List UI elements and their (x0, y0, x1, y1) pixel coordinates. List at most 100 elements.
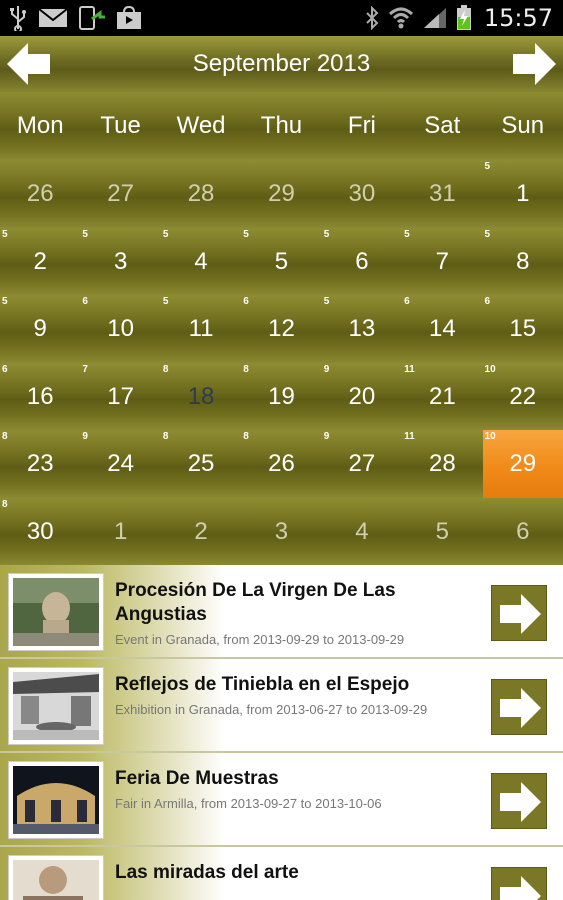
day-number: 6 (516, 517, 530, 545)
calendar-day[interactable]: 11 21 (402, 363, 482, 431)
calendar-day[interactable]: 56 (322, 228, 402, 296)
calendar-day[interactable]: 26 (0, 160, 80, 228)
calendar-day[interactable]: 7 17 (80, 363, 160, 431)
calendar-day[interactable]: 31 (402, 160, 482, 228)
download-icon (78, 5, 106, 31)
day-number: 13 (348, 315, 376, 342)
calendar-day[interactable]: 9 27 (322, 430, 402, 498)
event-count-badge: 5 (484, 161, 491, 172)
event-item[interactable]: Las miradas del arte (0, 847, 563, 900)
event-count-badge: 9 (323, 363, 330, 375)
event-title: Procesión De La Virgen De Las Angustias (115, 580, 396, 625)
day-number: 11 (188, 315, 214, 342)
event-count-badge: 10 (484, 363, 496, 375)
arrow-right-icon (500, 876, 541, 900)
event-item[interactable]: Reflejos de Tiniebla en el Espejo Exhibi… (0, 659, 563, 753)
calendar-day[interactable]: 58 (483, 228, 563, 296)
calendar-day[interactable]: 29 (241, 160, 321, 228)
calendar-day[interactable]: 8 30 (0, 498, 80, 566)
calendar-day-selected[interactable]: 10 29 (482, 430, 563, 498)
day-number: 1 (516, 180, 530, 207)
calendar-day[interactable]: 5 (402, 498, 482, 566)
calendar-week-row: 6 16 7 17 8 18 8 19 9 20 11 21 10 22 (0, 362, 563, 431)
arrow-right-icon (513, 43, 556, 85)
calendar-day[interactable]: 3 (241, 498, 321, 566)
weekday-header: Mon Tue Wed Thu Fri Sat Sun (0, 92, 563, 160)
day-number: 6 (355, 247, 369, 275)
day-number: 15 (509, 315, 537, 342)
event-count-badge: 9 (82, 431, 88, 442)
calendar-day[interactable]: 11 28 (402, 430, 482, 498)
event-list: Procesión De La Virgen De Las Angustias … (0, 565, 563, 900)
event-count-badge: 5 (162, 228, 169, 240)
day-number: 10 (107, 315, 134, 342)
calendar-week-row: 26 27 28 29 30 31 5 1 (0, 160, 563, 228)
day-number: 5 (435, 517, 449, 545)
calendar-day-today[interactable]: 8 18 (161, 363, 241, 431)
event-count-badge: 5 (404, 228, 410, 240)
open-event-button[interactable] (491, 773, 547, 829)
calendar-day[interactable]: 6 12 (241, 295, 321, 363)
calendar-day[interactable]: 51 (483, 160, 563, 228)
calendar-day[interactable]: 6 14 (402, 295, 482, 363)
day-number: 26 (268, 450, 295, 477)
calendar-day[interactable]: 8 23 (0, 430, 80, 498)
calendar-day[interactable]: 57 (402, 228, 482, 296)
calendar-day[interactable]: 6 15 (483, 295, 563, 363)
event-count-badge: 6 (404, 296, 410, 307)
email-icon (38, 5, 68, 31)
calendar-day[interactable]: 27 (80, 160, 160, 228)
calendar-day[interactable]: 59 (0, 295, 80, 363)
day-number: 1 (113, 517, 128, 545)
event-thumbnail (8, 761, 104, 839)
open-event-button[interactable] (491, 679, 547, 735)
calendar-day[interactable]: 28 (161, 160, 241, 228)
calendar-day[interactable]: 5 13 (322, 295, 402, 363)
calendar-week-row: 5 9 6 10 5 11 6 12 5 13 6 14 6 15 (0, 295, 563, 363)
event-thumbnail (8, 667, 104, 745)
calendar-week-row: 8 30 1 2 3 4 5 6 (0, 497, 563, 566)
day-number: 12 (268, 315, 295, 342)
calendar-day[interactable]: 5 11 (161, 295, 241, 363)
calendar-day[interactable]: 54 (161, 228, 241, 296)
event-count-badge: 5 (82, 228, 88, 240)
calendar-day[interactable]: 52 (0, 228, 80, 296)
calendar-day[interactable]: 55 (241, 228, 321, 296)
calendar-day[interactable]: 8 19 (241, 363, 321, 431)
day-number: 20 (348, 382, 376, 410)
event-count-badge: 8 (2, 498, 8, 510)
event-count-badge: 8 (162, 431, 169, 442)
calendar-day[interactable]: 30 (322, 160, 402, 228)
calendar-day[interactable]: 4 (322, 498, 402, 566)
event-count-badge: 6 (82, 296, 88, 307)
calendar-day[interactable]: 1 (80, 498, 160, 566)
event-count-badge: 6 (2, 363, 8, 375)
weekday-label: Sat (424, 112, 461, 139)
calendar-day[interactable]: 6 10 (80, 295, 160, 363)
event-item[interactable]: Feria De Muestras Fair in Armilla, from … (0, 753, 563, 847)
arrow-right-icon (500, 688, 541, 728)
calendar-day[interactable]: 53 (80, 228, 160, 296)
calendar-day[interactable]: 2 (161, 498, 241, 566)
calendar-day[interactable]: 8 26 (241, 430, 321, 498)
calendar-week-row: 52535455565758 (0, 227, 563, 296)
day-number: 4 (355, 517, 369, 545)
calendar-day[interactable]: 9 20 (322, 363, 402, 431)
event-count-badge: 11 (404, 363, 415, 375)
weekday-label: Thu (260, 112, 303, 139)
calendar-day[interactable]: 8 25 (161, 430, 241, 498)
calendar-day[interactable]: 6 16 (0, 363, 80, 431)
next-month-button[interactable] (509, 39, 559, 89)
day-number: 26 (26, 180, 54, 207)
calendar-day[interactable]: 10 22 (483, 363, 563, 431)
calendar-day[interactable]: 6 (483, 498, 563, 566)
day-number: 22 (509, 382, 537, 410)
open-event-button[interactable] (491, 585, 547, 641)
calendar-day[interactable]: 9 24 (80, 430, 160, 498)
day-number: 24 (107, 450, 134, 477)
day-number: 31 (428, 180, 456, 207)
open-event-button[interactable] (491, 867, 547, 900)
day-number: 19 (268, 382, 295, 410)
weekday-label: Sun (501, 112, 545, 139)
event-item[interactable]: Procesión De La Virgen De Las Angustias … (0, 565, 563, 659)
